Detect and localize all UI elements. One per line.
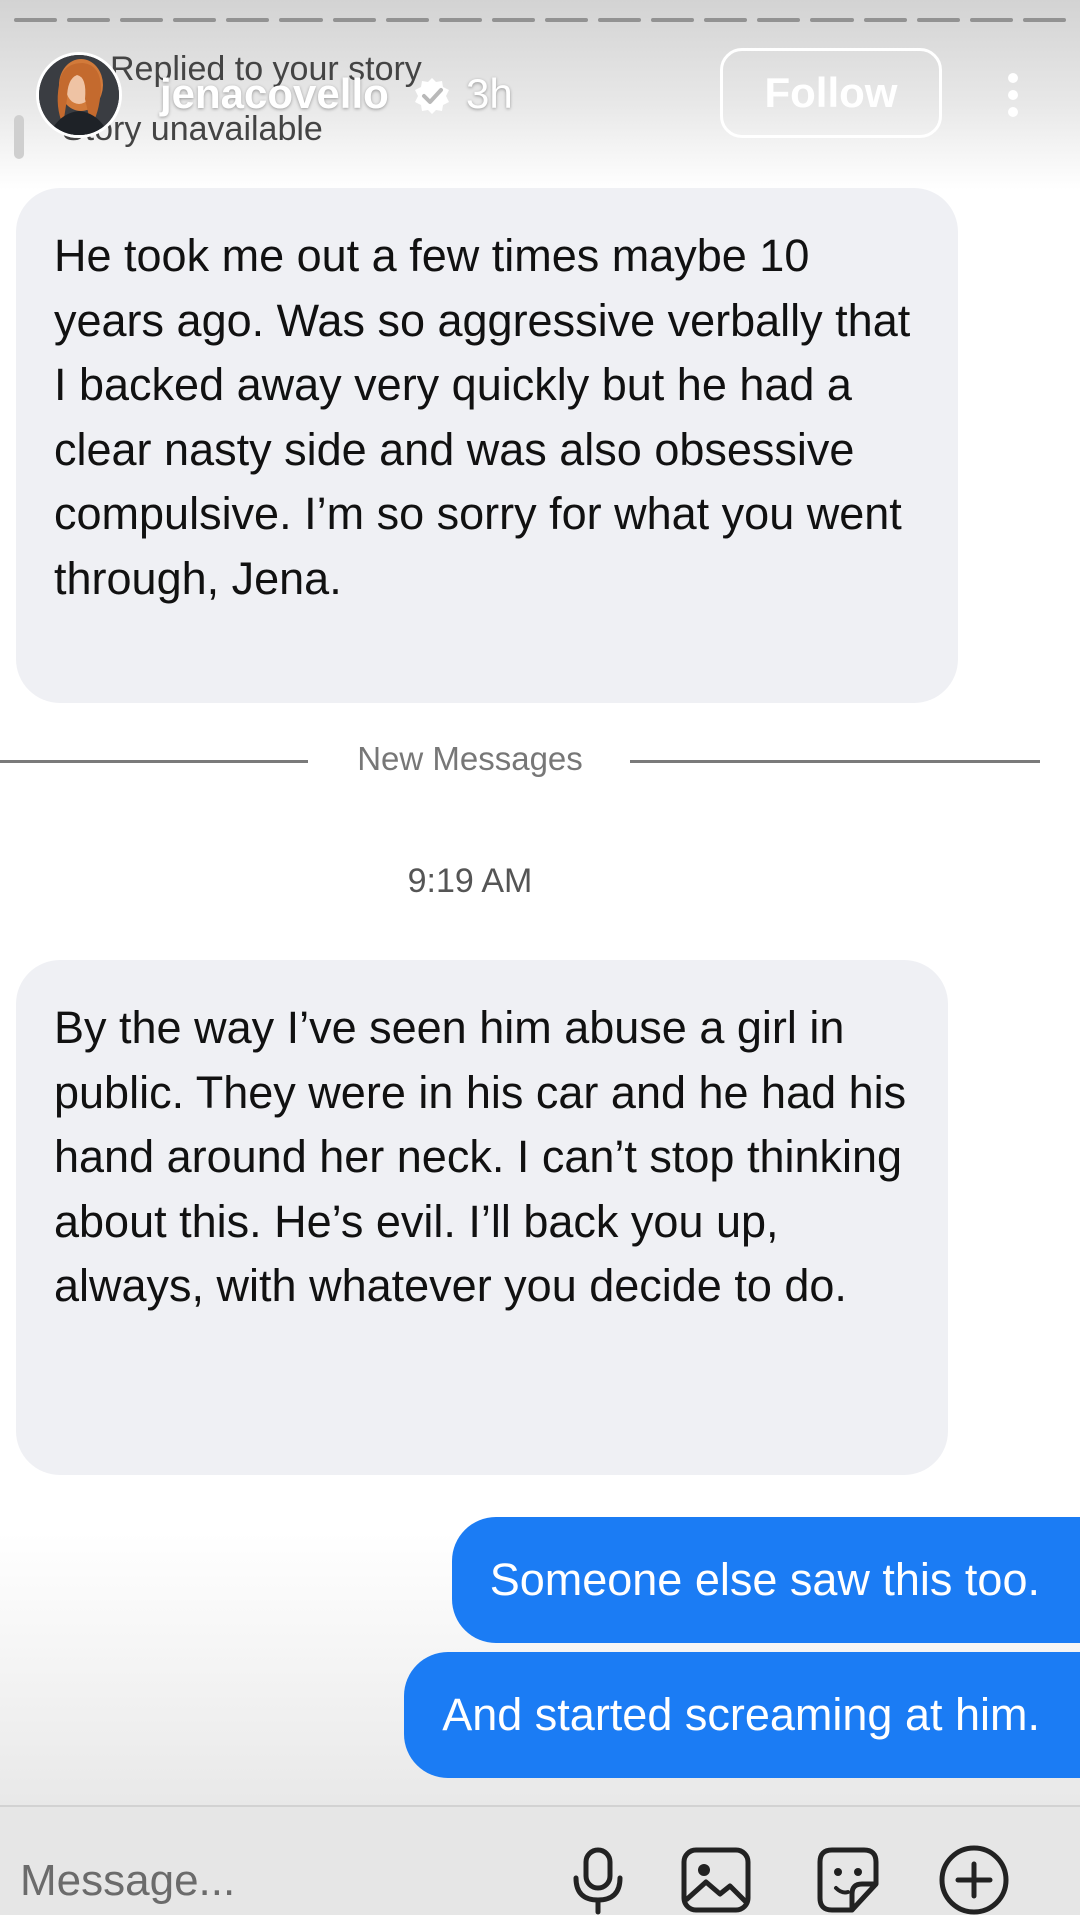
gallery-icon[interactable] (676, 1840, 756, 1920)
incoming-message-bubble[interactable]: By the way I’ve seen him abuse a girl in… (16, 960, 948, 1475)
new-messages-divider-line (630, 760, 1040, 763)
outgoing-message-bubble[interactable]: Someone else saw this too. (451, 1517, 1080, 1643)
new-messages-divider-label: New Messages (357, 740, 583, 777)
message-timestamp: 9:19 AM (407, 862, 533, 900)
sticker-icon[interactable] (808, 1840, 888, 1920)
follow-button[interactable]: Follow (720, 48, 942, 138)
reply-quote-bar (14, 115, 24, 159)
microphone-icon[interactable] (558, 1840, 638, 1920)
verified-badge-icon (415, 78, 449, 114)
incoming-message-bubble[interactable]: He took me out a few times maybe 10 year… (16, 188, 958, 703)
new-messages-divider-line (0, 760, 308, 763)
username[interactable]: jenacovello (160, 70, 389, 118)
add-icon[interactable] (934, 1840, 1014, 1920)
story-time-ago: 3h (466, 70, 513, 117)
profile-photo (39, 55, 119, 135)
more-vertical-icon[interactable] (998, 70, 1028, 120)
message-input[interactable] (18, 1850, 542, 1912)
outgoing-message-bubble[interactable]: And started screaming at him. (404, 1652, 1080, 1778)
story-header: Replied to your story Story unavailable … (0, 0, 1080, 160)
avatar[interactable] (36, 52, 122, 138)
